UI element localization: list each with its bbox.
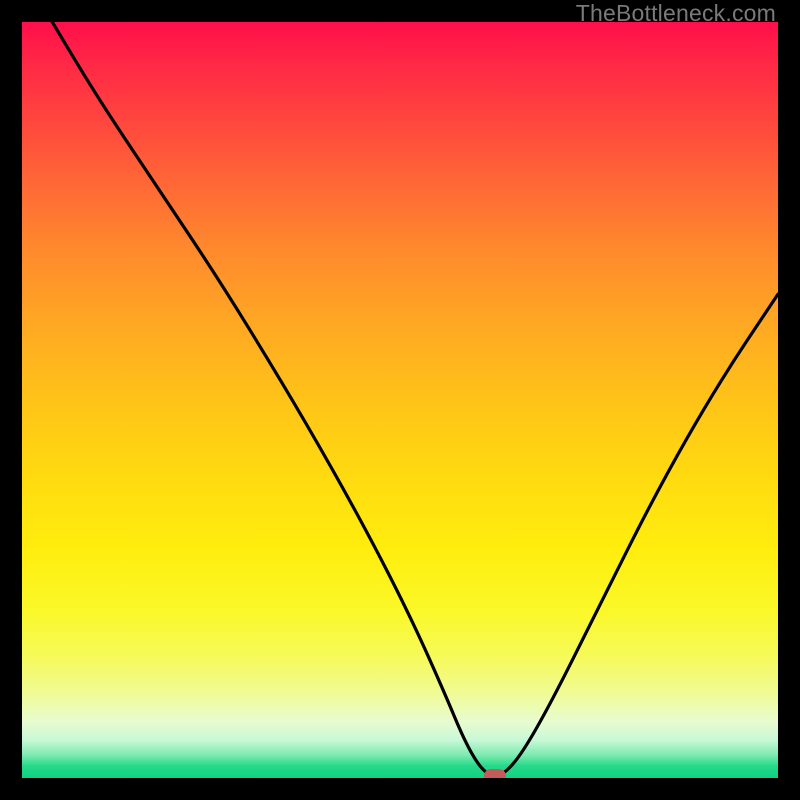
chart-frame: TheBottleneck.com — [0, 0, 800, 800]
optimal-point-marker — [484, 769, 506, 778]
watermark-text: TheBottleneck.com — [576, 0, 776, 27]
bottleneck-curve — [22, 22, 778, 778]
plot-area — [22, 22, 778, 778]
